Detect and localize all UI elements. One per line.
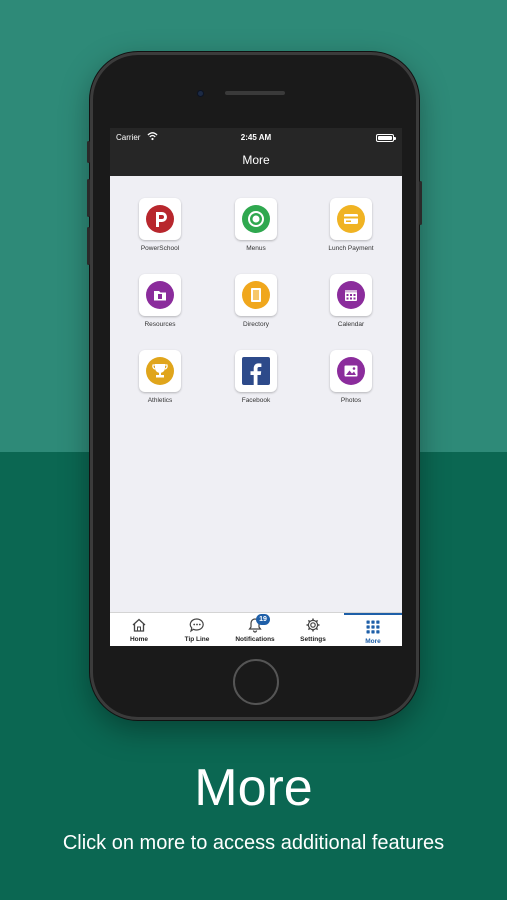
tab-label: Notifications (235, 636, 275, 643)
tile-label: Facebook (241, 397, 271, 404)
tab-label: More (365, 638, 381, 645)
tab-settings[interactable]: Settings (284, 613, 342, 646)
tile-label: Photos (340, 397, 362, 404)
tile-powerschool[interactable]: PowerSchool (115, 198, 205, 252)
menus-icon (235, 198, 277, 240)
phone-frame: Carrier 2:45 AM More PowerSchool Menus L… (87, 52, 422, 720)
tile-athletics[interactable]: Athletics (115, 350, 205, 404)
tile-label: Resources (144, 321, 176, 328)
front-camera (197, 90, 204, 97)
volume-up-button (87, 179, 90, 217)
caption-headline: More (194, 759, 313, 817)
earpiece-speaker (225, 91, 285, 95)
tile-calendar[interactable]: Calendar (306, 274, 396, 328)
resources-icon (139, 274, 181, 316)
tile-label: Directory (242, 321, 269, 328)
home-icon (132, 618, 146, 632)
caption-subline: Click on more to access additional featu… (62, 832, 445, 854)
lunch-payment-icon (330, 198, 372, 240)
mute-switch (87, 141, 90, 163)
nav-bar: More (110, 148, 402, 176)
status-bar: Carrier 2:45 AM (110, 128, 402, 148)
tab-label: Tip Line (184, 636, 210, 643)
volume-down-button (87, 227, 90, 265)
calendar-icon (330, 274, 372, 316)
gear-icon (306, 618, 320, 632)
tile-label: Menus (246, 245, 266, 252)
trophy-icon (139, 350, 181, 392)
battery-icon (376, 134, 396, 142)
tile-resources[interactable]: Resources (115, 274, 205, 328)
powerschool-icon (139, 198, 181, 240)
tile-facebook[interactable]: Facebook (211, 350, 301, 404)
tile-photos[interactable]: Photos (306, 350, 396, 404)
facebook-icon (235, 350, 277, 392)
tile-menus[interactable]: Menus (211, 198, 301, 252)
tile-label: PowerSchool (140, 245, 180, 252)
tab-label: Settings (300, 636, 326, 643)
grid-icon (366, 620, 380, 634)
tab-home[interactable]: Home (110, 613, 168, 646)
tab-label: Home (129, 636, 149, 643)
status-time: 2:45 AM (240, 133, 272, 142)
tile-directory[interactable]: Directory (211, 274, 301, 328)
tile-lunch-payment[interactable]: Lunch Payment (306, 198, 396, 252)
notification-badge: 19 (256, 614, 270, 625)
tile-label: Athletics (147, 397, 173, 404)
tab-tip-line[interactable]: Tip Line (168, 613, 226, 646)
tile-label: Lunch Payment (328, 245, 374, 252)
phone-screen: Carrier 2:45 AM More PowerSchool Menus L… (110, 128, 402, 646)
directory-icon (235, 274, 277, 316)
tile-label: Calendar (337, 321, 365, 328)
tab-notifications[interactable]: 19 Notifications (226, 613, 284, 646)
page-title: More (242, 153, 270, 167)
tab-more[interactable]: More (344, 613, 402, 646)
tab-bar: Home Tip Line 19 Notifications Settings … (110, 612, 402, 646)
photos-icon (330, 350, 372, 392)
home-button[interactable] (233, 659, 279, 705)
power-button (419, 181, 422, 225)
chat-bubble-icon (189, 618, 204, 633)
